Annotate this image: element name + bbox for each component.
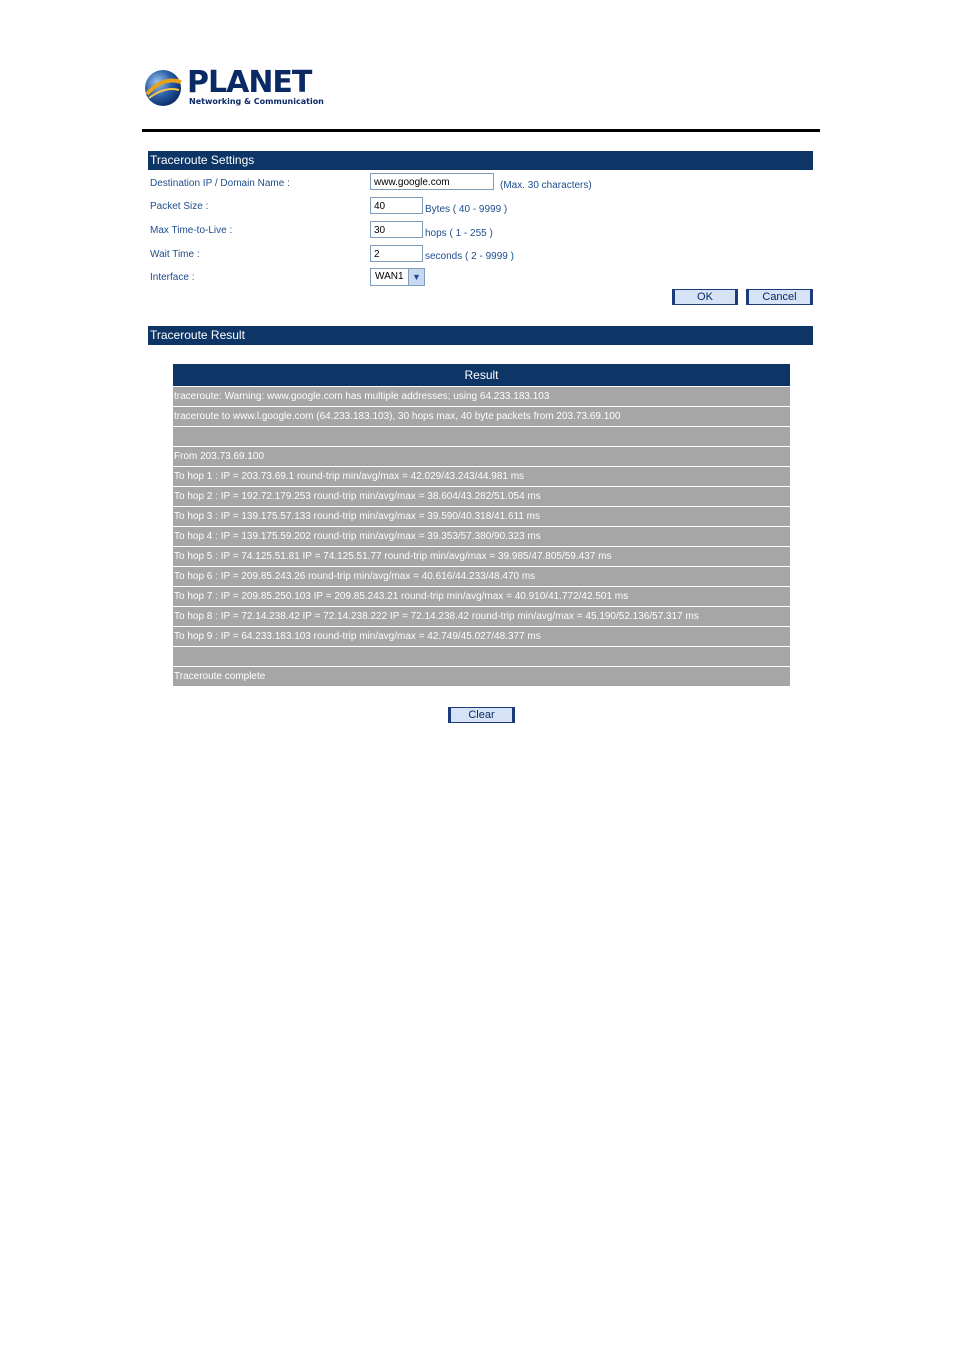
result-row: To hop 3 : IP = 139.175.57.133 round-tri…: [173, 507, 790, 526]
ttl-hint: hops ( 1 - 255 ): [425, 228, 493, 239]
packet-size-input[interactable]: 40: [370, 197, 423, 214]
clear-button[interactable]: Clear: [448, 707, 515, 723]
destination-input[interactable]: www.google.com: [370, 173, 494, 190]
result-table: Result traceroute: Warning: www.google.c…: [173, 364, 790, 686]
result-section-title: Traceroute Result: [148, 326, 813, 345]
ok-button[interactable]: OK: [672, 289, 738, 305]
result-row: To hop 6 : IP = 209.85.243.26 round-trip…: [173, 567, 790, 586]
result-row: To hop 4 : IP = 139.175.59.202 round-tri…: [173, 527, 790, 546]
packet-size-hint: Bytes ( 40 - 9999 ): [425, 204, 508, 215]
result-row: traceroute: Warning: www.google.com has …: [173, 387, 790, 406]
brand-name: PLANET: [187, 65, 312, 100]
result-row: [173, 647, 790, 666]
result-row: From 203.73.69.100: [173, 447, 790, 466]
cancel-button[interactable]: Cancel: [746, 289, 813, 305]
result-row: [173, 427, 790, 446]
result-row: To hop 5 : IP = 74.125.51.81 IP = 74.125…: [173, 547, 790, 566]
result-row: Traceroute complete: [173, 667, 790, 686]
result-row: To hop 8 : IP = 72.14.238.42 IP = 72.14.…: [173, 607, 790, 626]
result-row: To hop 7 : IP = 209.85.250.103 IP = 209.…: [173, 587, 790, 606]
planet-logo: PLANET Networking & Communication: [143, 65, 324, 110]
destination-hint: (Max. 30 characters): [500, 180, 592, 191]
ttl-input[interactable]: 30: [370, 221, 423, 238]
globe-icon: [145, 70, 182, 106]
header-divider: [142, 129, 820, 132]
result-row: traceroute to www.l.google.com (64.233.1…: [173, 407, 790, 426]
result-row: To hop 2 : IP = 192.72.179.253 round-tri…: [173, 487, 790, 506]
wait-time-label: Wait Time :: [150, 249, 200, 260]
result-row: To hop 1 : IP = 203.73.69.1 round-trip m…: [173, 467, 790, 486]
wait-time-input[interactable]: 2: [370, 245, 423, 262]
result-table-header: Result: [173, 364, 790, 386]
ttl-label: Max Time-to-Live :: [150, 225, 233, 236]
destination-label: Destination IP / Domain Name :: [150, 178, 290, 189]
interface-select[interactable]: WAN1 ▼: [370, 268, 425, 286]
wait-time-hint: seconds ( 2 - 9999 ): [425, 251, 514, 262]
settings-section-title: Traceroute Settings: [148, 151, 813, 170]
brand-tagline: Networking & Communication: [189, 97, 324, 106]
chevron-down-icon[interactable]: ▼: [408, 269, 424, 285]
interface-label: Interface :: [150, 272, 195, 283]
interface-selected-value: WAN1: [375, 271, 404, 282]
result-row: To hop 9 : IP = 64.233.183.103 round-tri…: [173, 627, 790, 646]
packet-size-label: Packet Size :: [150, 201, 209, 212]
